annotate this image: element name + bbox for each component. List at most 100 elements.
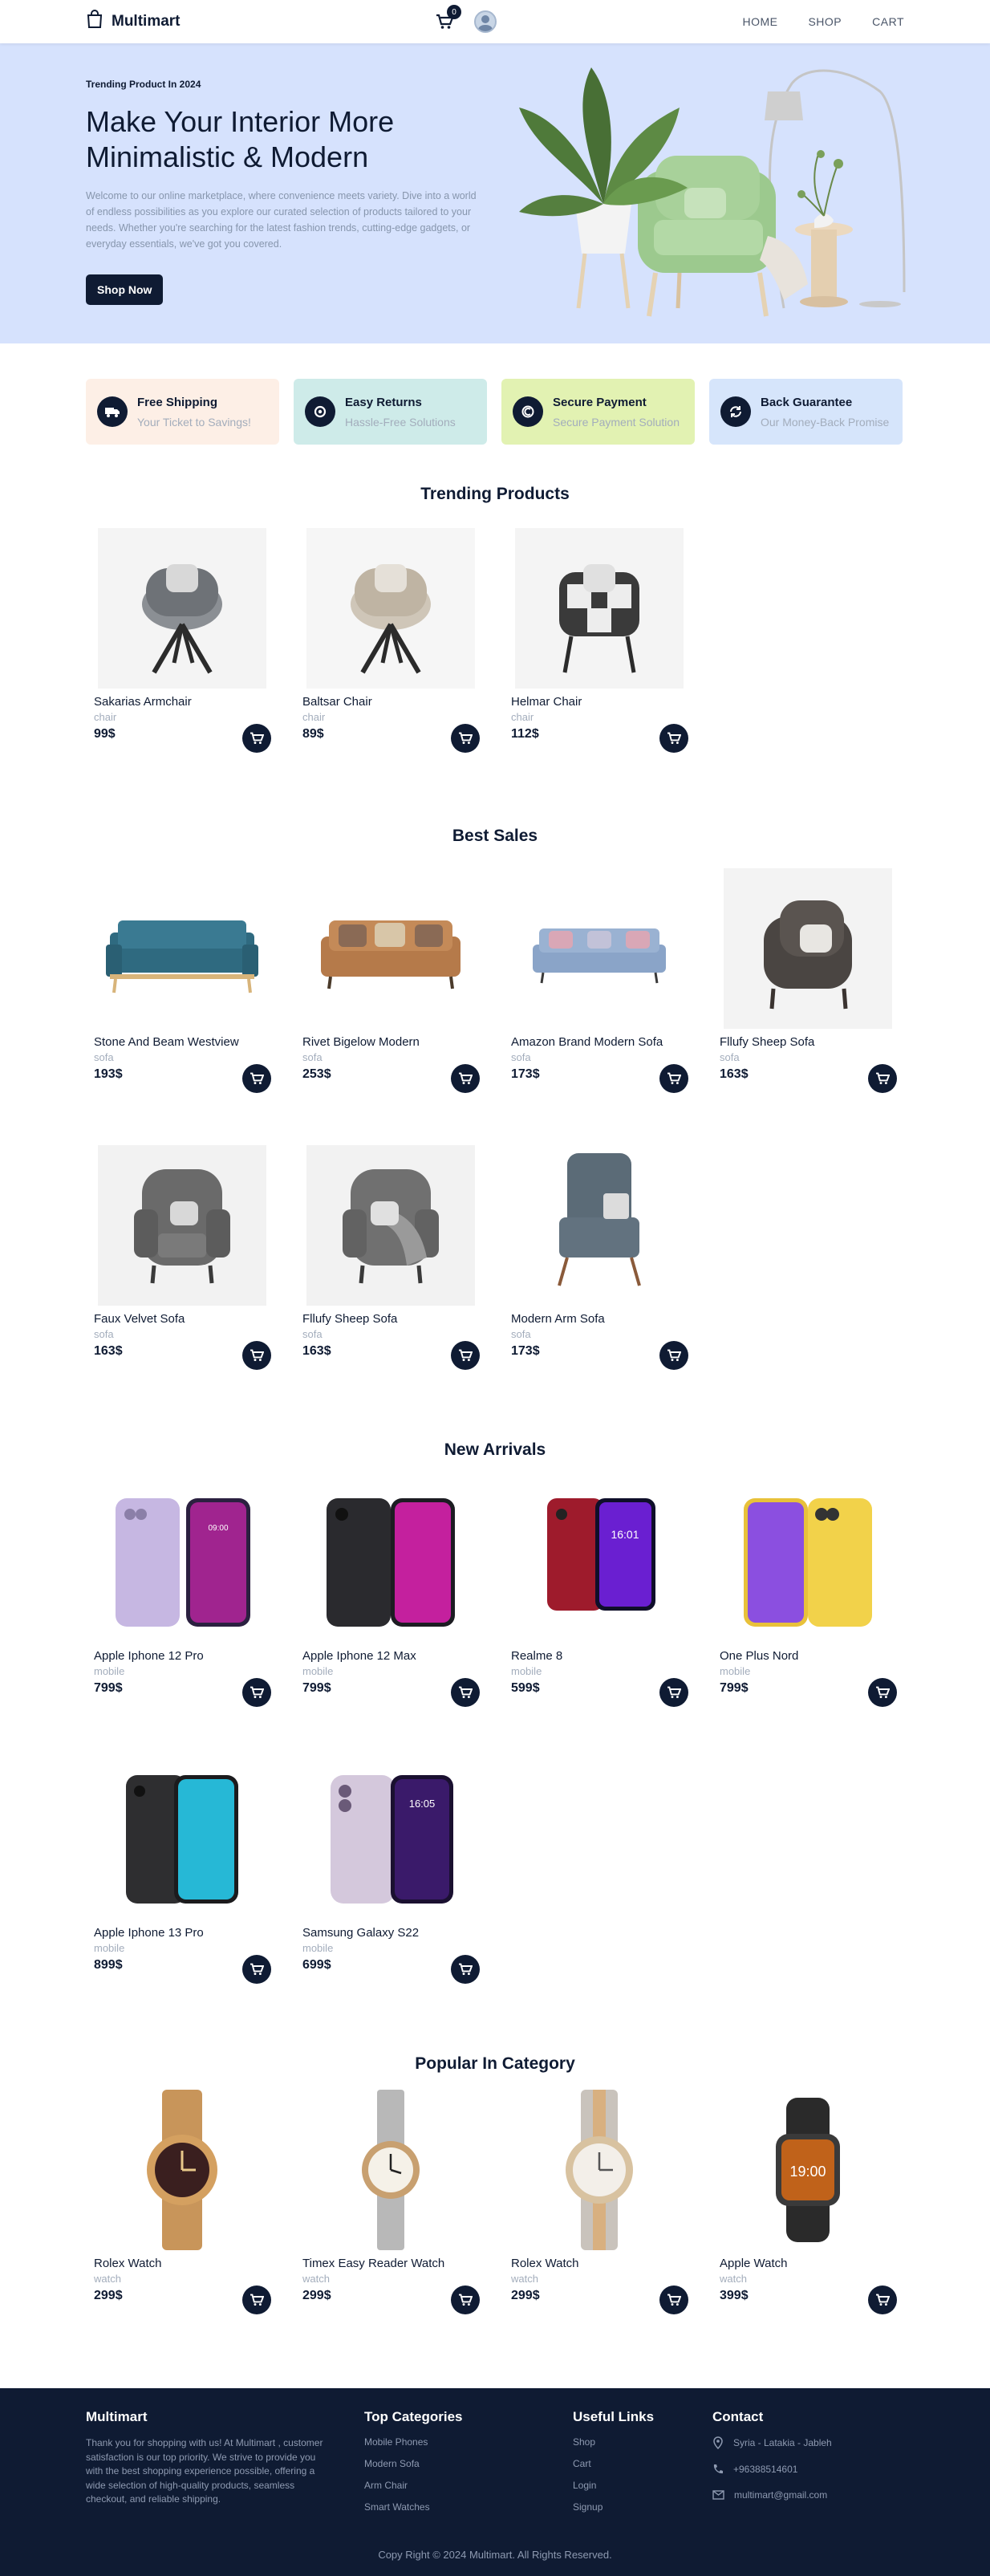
product-name[interactable]: Amazon Brand Modern Sofa bbox=[511, 1035, 696, 1049]
footer: Multimart Thank you for shopping with us… bbox=[0, 2388, 990, 2576]
product-card[interactable]: 16:01 Realme 8 mobile 599$ bbox=[503, 1482, 696, 1723]
product-card[interactable]: Sakarias Armchair chair 99$ bbox=[86, 528, 279, 769]
cart-button[interactable]: 0 bbox=[432, 5, 461, 34]
product-category: chair bbox=[511, 711, 534, 723]
product-card[interactable]: Amazon Brand Modern Sofa sofa 173$ bbox=[503, 868, 696, 1109]
product-card[interactable]: Timex Easy Reader Watch watch 299$ bbox=[294, 2090, 488, 2330]
navbar: Multimart 0 HOME SHOP CART bbox=[0, 0, 990, 43]
footer-link-shop[interactable]: Shop bbox=[573, 2436, 712, 2448]
product-card[interactable]: Modern Arm Sofa sofa 173$ bbox=[503, 1145, 696, 1386]
add-to-cart-button[interactable] bbox=[242, 1678, 271, 1707]
product-card[interactable]: 09:00 Apple Iphone 12 Pro mobile 799$ bbox=[86, 1482, 279, 1723]
add-to-cart-button[interactable] bbox=[451, 1341, 480, 1370]
trending-grid: Sakarias Armchair chair 99$ Baltsar Chai… bbox=[86, 528, 904, 769]
product-name[interactable]: Faux Velvet Sofa bbox=[94, 1312, 279, 1326]
service-subtitle: Hassle-Free Solutions bbox=[345, 415, 456, 429]
product-name[interactable]: Stone And Beam Westview bbox=[94, 1035, 279, 1049]
service-back-guarantee: Back Guarantee Our Money-Back Promise bbox=[709, 379, 903, 445]
product-name[interactable]: Timex Easy Reader Watch bbox=[302, 2257, 488, 2270]
product-category: mobile bbox=[511, 1665, 542, 1677]
footer-link-mobile-phones[interactable]: Mobile Phones bbox=[364, 2436, 573, 2448]
shop-now-button[interactable]: Shop Now bbox=[86, 274, 164, 305]
product-name[interactable]: Apple Watch bbox=[720, 2257, 905, 2270]
add-to-cart-button[interactable] bbox=[451, 2285, 480, 2314]
product-name[interactable]: Apple Iphone 12 Pro bbox=[94, 1649, 279, 1663]
add-to-cart-button[interactable] bbox=[659, 1064, 688, 1093]
add-to-cart-button[interactable] bbox=[242, 1955, 271, 1984]
product-card[interactable]: 19:00 Apple Watch watch 399$ bbox=[712, 2090, 905, 2330]
product-name[interactable]: Sakarias Armchair bbox=[94, 695, 279, 709]
product-card[interactable]: Rivet Bigelow Modern sofa 253$ bbox=[294, 868, 488, 1109]
add-to-cart-button[interactable] bbox=[659, 1678, 688, 1707]
product-card[interactable]: Apple Iphone 13 Pro mobile 899$ bbox=[86, 1759, 279, 2000]
footer-about: Multimart Thank you for shopping with us… bbox=[86, 2409, 364, 2523]
product-category: sofa bbox=[511, 1051, 531, 1063]
product-name[interactable]: Modern Arm Sofa bbox=[511, 1312, 696, 1326]
nav-link-cart[interactable]: CART bbox=[872, 15, 904, 28]
product-name[interactable]: Rivet Bigelow Modern bbox=[302, 1035, 488, 1049]
footer-link-login[interactable]: Login bbox=[573, 2480, 712, 2491]
product-card[interactable]: Faux Velvet Sofa sofa 163$ bbox=[86, 1145, 279, 1386]
cart-icon bbox=[667, 1349, 681, 1362]
product-name[interactable]: Rolex Watch bbox=[94, 2257, 279, 2270]
product-name[interactable]: Helmar Chair bbox=[511, 695, 696, 709]
nav-link-home[interactable]: HOME bbox=[742, 15, 777, 28]
product-image bbox=[302, 528, 479, 689]
brand-name: Multimart bbox=[112, 13, 181, 30]
add-to-cart-button[interactable] bbox=[659, 724, 688, 753]
product-name[interactable]: Samsung Galaxy S22 bbox=[302, 1926, 488, 1940]
footer-link-signup[interactable]: Signup bbox=[573, 2501, 712, 2513]
footer-link-arm-chair[interactable]: Arm Chair bbox=[364, 2480, 573, 2491]
footer-address: Syria - Latakia - Jableh bbox=[712, 2436, 832, 2449]
add-to-cart-button[interactable] bbox=[868, 1064, 897, 1093]
product-name[interactable]: Rolex Watch bbox=[511, 2257, 696, 2270]
product-card[interactable]: One Plus Nord mobile 799$ bbox=[712, 1482, 905, 1723]
add-to-cart-button[interactable] bbox=[451, 1064, 480, 1093]
product-card[interactable]: Fllufy Sheep Sofa sofa 163$ bbox=[712, 868, 905, 1109]
add-to-cart-button[interactable] bbox=[242, 1064, 271, 1093]
product-name[interactable]: Apple Iphone 12 Max bbox=[302, 1649, 488, 1663]
product-category: watch bbox=[511, 2273, 538, 2285]
footer-link-smart-watches[interactable]: Smart Watches bbox=[364, 2501, 573, 2513]
product-card[interactable]: Stone And Beam Westview sofa 193$ bbox=[86, 868, 279, 1109]
cart-count-badge: 0 bbox=[447, 5, 461, 19]
product-category: sofa bbox=[302, 1328, 323, 1340]
cart-icon bbox=[459, 1072, 473, 1085]
product-card[interactable]: Baltsar Chair chair 89$ bbox=[294, 528, 488, 769]
product-card[interactable]: Rolex Watch watch 299$ bbox=[503, 2090, 696, 2330]
add-to-cart-button[interactable] bbox=[242, 2285, 271, 2314]
add-to-cart-button[interactable] bbox=[868, 1678, 897, 1707]
product-card[interactable]: Fllufy Sheep Sofa sofa 163$ bbox=[294, 1145, 488, 1386]
user-avatar[interactable] bbox=[474, 10, 497, 33]
cart-icon bbox=[876, 2294, 890, 2306]
product-name[interactable]: Fllufy Sheep Sofa bbox=[720, 1035, 905, 1049]
product-card[interactable]: 16:05 Samsung Galaxy S22 mobile 699$ bbox=[294, 1759, 488, 2000]
add-to-cart-button[interactable] bbox=[242, 1341, 271, 1370]
product-card[interactable]: Helmar Chair chair 112$ bbox=[503, 528, 696, 769]
service-easy-returns: Easy Returns Hassle-Free Solutions bbox=[294, 379, 487, 445]
add-to-cart-button[interactable] bbox=[659, 1341, 688, 1370]
nav-link-shop[interactable]: SHOP bbox=[808, 15, 842, 28]
brand-logo[interactable]: Multimart bbox=[86, 10, 181, 34]
cart-icon bbox=[667, 1072, 681, 1085]
product-image bbox=[94, 528, 270, 689]
add-to-cart-button[interactable] bbox=[659, 2285, 688, 2314]
add-to-cart-button[interactable] bbox=[242, 724, 271, 753]
footer-link-modern-sofa[interactable]: Modern Sofa bbox=[364, 2458, 573, 2469]
product-image bbox=[511, 1145, 688, 1306]
product-name[interactable]: One Plus Nord bbox=[720, 1649, 905, 1663]
product-name[interactable]: Fllufy Sheep Sofa bbox=[302, 1312, 488, 1326]
product-name[interactable]: Baltsar Chair bbox=[302, 695, 488, 709]
footer-categories: Top Categories Mobile Phones Modern Sofa… bbox=[364, 2409, 573, 2523]
product-card[interactable]: Apple Iphone 12 Max mobile 799$ bbox=[294, 1482, 488, 1723]
add-to-cart-button[interactable] bbox=[451, 724, 480, 753]
product-image bbox=[511, 868, 688, 1029]
add-to-cart-button[interactable] bbox=[451, 1955, 480, 1984]
product-card[interactable]: Rolex Watch watch 299$ bbox=[86, 2090, 279, 2330]
add-to-cart-button[interactable] bbox=[868, 2285, 897, 2314]
product-name[interactable]: Apple Iphone 13 Pro bbox=[94, 1926, 279, 1940]
product-name[interactable]: Realme 8 bbox=[511, 1649, 696, 1663]
add-to-cart-button[interactable] bbox=[451, 1678, 480, 1707]
footer-link-cart[interactable]: Cart bbox=[573, 2458, 712, 2469]
hero-description: Welcome to our online marketplace, where… bbox=[86, 190, 477, 250]
